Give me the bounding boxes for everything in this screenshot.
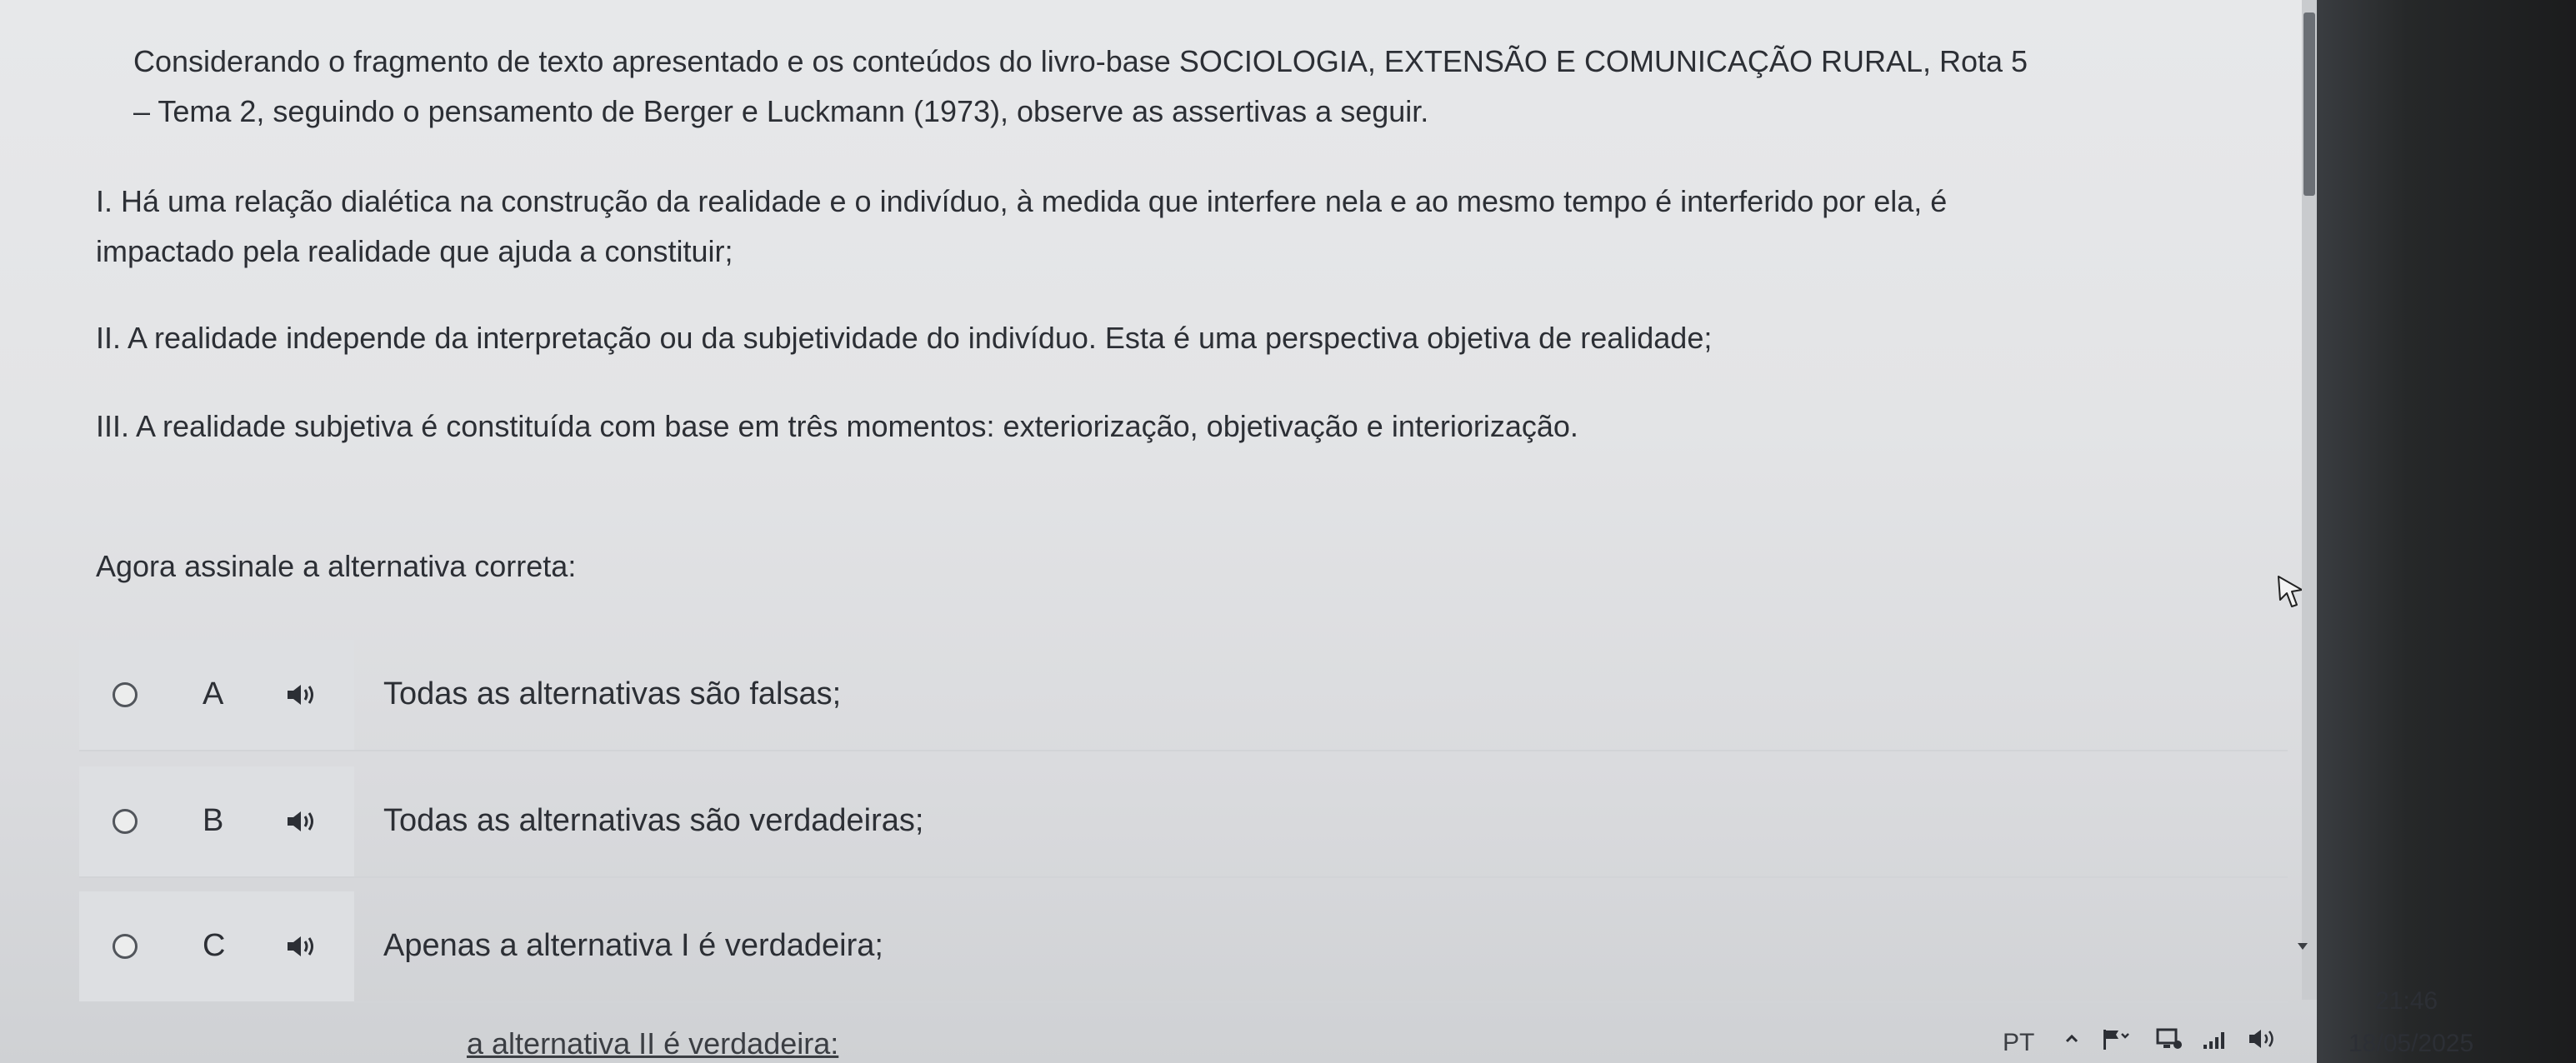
flag-icon[interactable]	[2100, 1026, 2130, 1051]
taskbar	[0, 1008, 2317, 1063]
chevron-up-icon[interactable]	[2063, 1026, 2080, 1051]
signal-strength-icon[interactable]	[2200, 1026, 2233, 1051]
question-prompt: Agora assinale a alternativa correta:	[96, 549, 577, 583]
option-a[interactable]: A Todas as alternativas são falsas;	[79, 640, 2288, 751]
language-indicator[interactable]: PT	[2003, 1029, 2034, 1057]
speaker-icon[interactable]	[286, 935, 319, 958]
volume-icon[interactable]	[2246, 1026, 2279, 1051]
clock-date[interactable]: 18/05/2025	[2348, 1030, 2473, 1058]
mouse-cursor-icon	[2278, 576, 2303, 607]
option-b[interactable]: B Todas as alternativas são verdadeiras;	[79, 766, 2288, 878]
speaker-icon[interactable]	[286, 683, 319, 706]
option-c-text: Apenas a alternativa I é verdadeira;	[383, 928, 883, 963]
option-b-letter: B	[203, 803, 224, 838]
option-b-radio[interactable]	[113, 809, 138, 834]
option-a-letter: A	[203, 676, 224, 711]
assertion-2: II. A realidade independe da interpretaç…	[96, 321, 1713, 355]
option-a-text: Todas as alternativas são falsas;	[383, 676, 842, 711]
monitor-bezel	[2317, 0, 2576, 1063]
assertion-1-line-1: I. Há uma relação dialética na construçã…	[96, 184, 1948, 218]
option-c-radio[interactable]	[113, 934, 138, 959]
clock-time[interactable]: 21:46	[2375, 987, 2438, 1016]
option-c[interactable]: C Apenas a alternativa I é verdadeira;	[79, 891, 2288, 1003]
scrollbar-thumb[interactable]	[2303, 12, 2315, 196]
question-intro-line-1: Considerando o fragmento de texto aprese…	[133, 44, 2028, 78]
scroll-down-arrow-icon[interactable]	[2298, 943, 2308, 950]
option-a-radio[interactable]	[113, 682, 138, 707]
assertion-1-line-2: impactado pela realidade que ajuda a con…	[96, 234, 733, 268]
assertion-3: III. A realidade subjetiva é constituída…	[96, 409, 1578, 443]
network-icon[interactable]	[2155, 1026, 2183, 1051]
question-intro-line-2: – Tema 2, seguindo o pensamento de Berge…	[133, 94, 1429, 128]
screen: Considerando o fragmento de texto aprese…	[0, 0, 2317, 1063]
option-c-letter: C	[203, 928, 226, 963]
speaker-icon[interactable]	[286, 810, 319, 833]
option-b-text: Todas as alternativas são verdadeiras;	[383, 803, 924, 838]
